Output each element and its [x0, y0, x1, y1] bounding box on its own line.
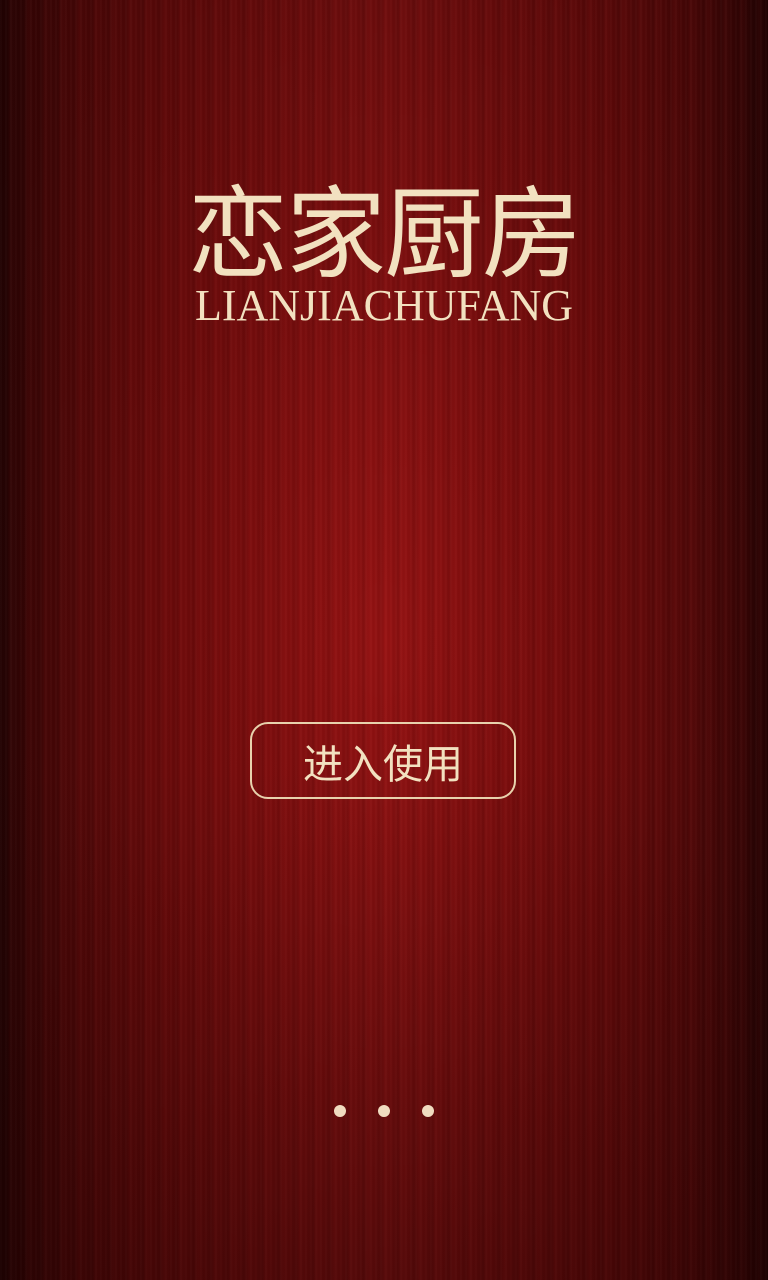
- enter-button[interactable]: 进入使用: [250, 722, 516, 799]
- app-title: 恋家厨房: [188, 176, 582, 293]
- page-indicator: [0, 1105, 768, 1119]
- enter-button-label: 进入使用: [303, 741, 463, 788]
- page-dot-3: [422, 1105, 434, 1117]
- app-subtitle: LIANJIACHUFANG: [194, 281, 574, 330]
- page-dot-1: [334, 1105, 346, 1117]
- splash-screen: 恋家厨房 LIANJIACHUFANG 进入使用: [0, 0, 768, 1280]
- page-dot-2: [378, 1105, 390, 1117]
- title-block: 恋家厨房 LIANJIACHUFANG: [0, 176, 768, 330]
